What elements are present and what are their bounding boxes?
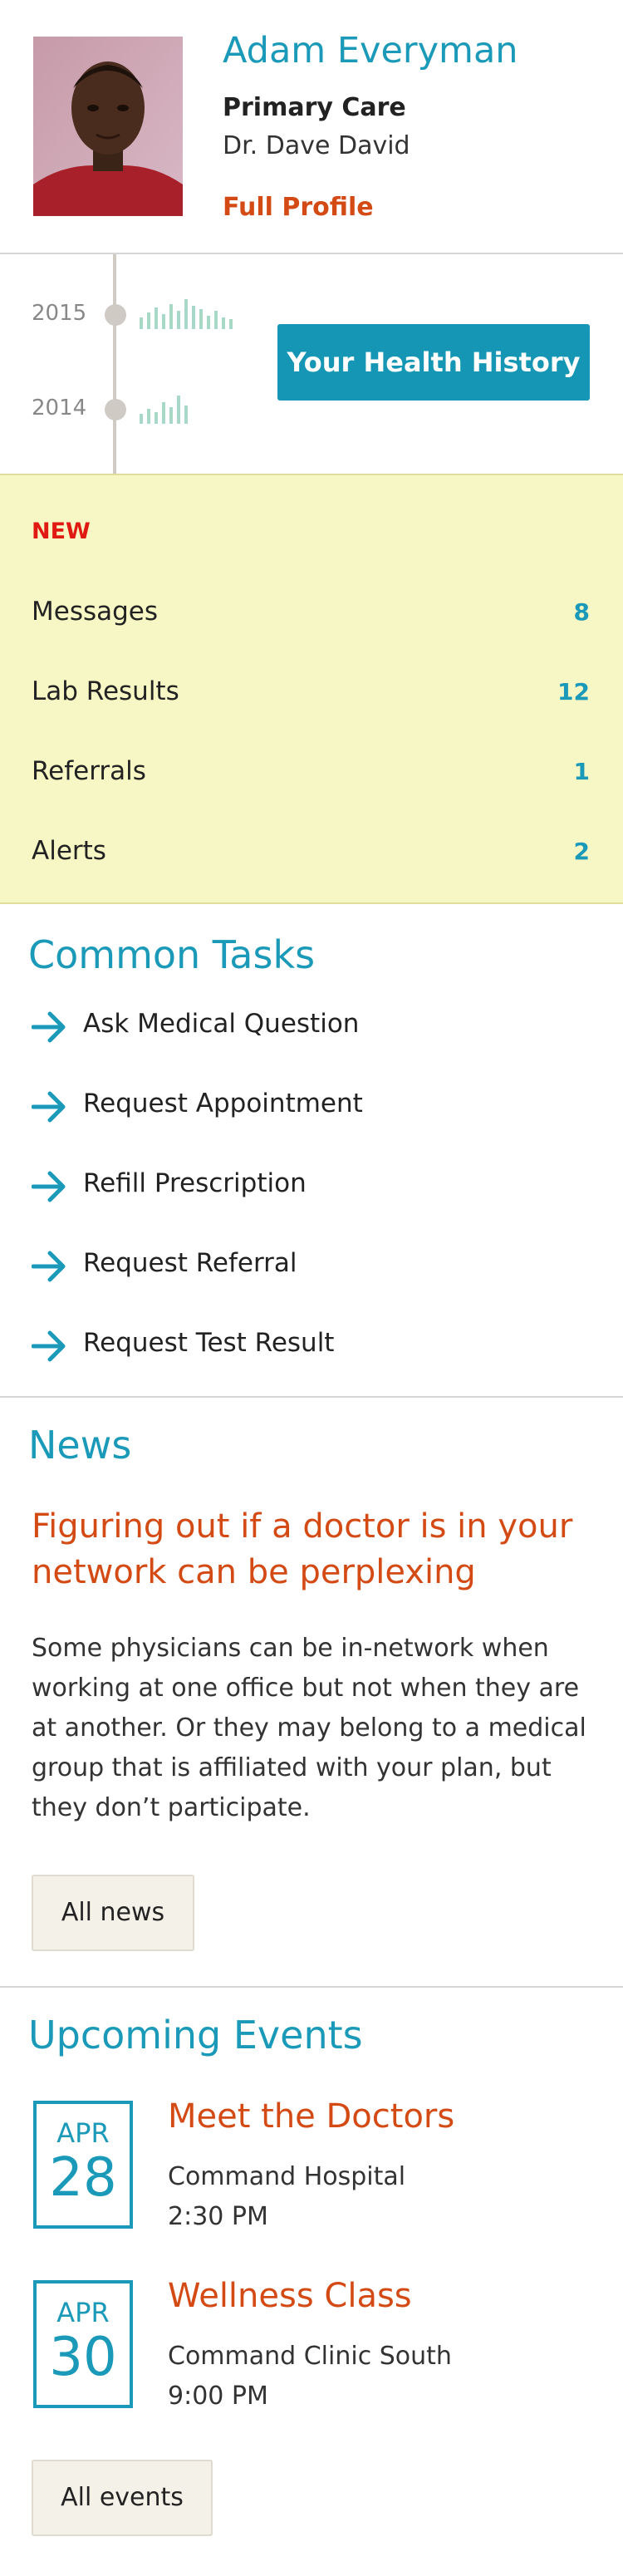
arrow-right-icon xyxy=(32,1330,66,1362)
events-title: Upcoming Events xyxy=(28,2013,363,2057)
event-title[interactable]: Meet the Doctors xyxy=(168,2097,454,2136)
care-type: Primary Care xyxy=(223,93,406,122)
new-item-count: 1 xyxy=(573,758,590,785)
timeline-dot[interactable] xyxy=(105,399,126,420)
event-day: 28 xyxy=(49,2147,117,2209)
sparkline-bars-icon[interactable] xyxy=(140,391,189,424)
full-profile-link[interactable]: Full Profile xyxy=(223,193,374,222)
new-item-count: 12 xyxy=(557,678,590,705)
arrow-right-icon xyxy=(32,1011,66,1043)
section-divider xyxy=(0,1986,623,1988)
event-time: 2:30 PM xyxy=(168,2202,268,2231)
event-time: 9:00 PM xyxy=(168,2382,268,2411)
news-title: News xyxy=(28,1423,132,1467)
new-item-alerts[interactable]: Alerts 2 xyxy=(0,813,623,892)
sparkline-bars-icon[interactable] xyxy=(140,296,239,329)
new-item-messages[interactable]: Messages 8 xyxy=(0,573,623,653)
task-label: Request Appointment xyxy=(83,1089,363,1118)
history-year: 2015 xyxy=(32,301,87,326)
task-label: Request Test Result xyxy=(83,1328,335,1358)
task-request-test-result[interactable]: Request Test Result xyxy=(0,1305,623,1384)
history-year: 2014 xyxy=(32,396,87,420)
arrow-right-icon xyxy=(32,1251,66,1282)
new-item-label: Lab Results xyxy=(32,676,179,706)
event-day: 30 xyxy=(49,2327,117,2388)
health-history: 2015 2014 Your Health History xyxy=(0,254,623,474)
news-headline[interactable]: Figuring out if a doctor is in your netw… xyxy=(32,1504,596,1595)
event-location: Command Clinic South xyxy=(168,2342,452,2371)
task-ask-medical-question[interactable]: Ask Medical Question xyxy=(0,986,623,1065)
health-history-button[interactable]: Your Health History xyxy=(277,324,590,401)
event-month: APR xyxy=(56,2297,110,2328)
event-title[interactable]: Wellness Class xyxy=(168,2277,412,2315)
all-events-button[interactable]: All events xyxy=(32,2460,213,2536)
news-body: Some physicians can be in-network when w… xyxy=(32,1634,586,1822)
event-location: Command Hospital xyxy=(168,2162,406,2191)
arrow-right-icon xyxy=(32,1091,66,1123)
task-label: Refill Prescription xyxy=(83,1168,307,1198)
new-item-referrals[interactable]: Referrals 1 xyxy=(0,733,623,813)
timeline-dot[interactable] xyxy=(105,304,126,326)
new-item-lab-results[interactable]: Lab Results 12 xyxy=(0,653,623,733)
profile-header: Adam Everyman Primary Care Dr. Dave Davi… xyxy=(0,0,623,254)
task-request-referral[interactable]: Request Referral xyxy=(0,1225,623,1305)
all-news-button[interactable]: All news xyxy=(32,1875,194,1951)
new-items-panel: NEW Messages 8 Lab Results 12 Referrals … xyxy=(0,474,623,904)
task-request-appointment[interactable]: Request Appointment xyxy=(0,1065,623,1145)
new-item-count: 8 xyxy=(573,598,590,626)
event-month: APR xyxy=(56,2117,110,2149)
new-item-label: Messages xyxy=(32,597,159,627)
new-item-label: Alerts xyxy=(32,836,106,866)
timeline-line xyxy=(113,254,116,474)
event-date-badge: APR 28 xyxy=(33,2101,133,2229)
arrow-right-icon xyxy=(32,1171,66,1202)
doctor-name: Dr. Dave David xyxy=(223,131,410,160)
avatar xyxy=(33,37,183,216)
patient-name: Adam Everyman xyxy=(223,30,518,71)
event-date-badge: APR 30 xyxy=(33,2280,133,2408)
new-item-label: Referrals xyxy=(32,756,146,786)
task-label: Request Referral xyxy=(83,1248,297,1278)
common-tasks-title: Common Tasks xyxy=(28,932,316,977)
new-item-count: 2 xyxy=(573,838,590,865)
new-label: NEW xyxy=(32,519,91,544)
section-divider xyxy=(0,1396,623,1398)
task-refill-prescription[interactable]: Refill Prescription xyxy=(0,1145,623,1225)
task-label: Ask Medical Question xyxy=(83,1009,360,1039)
